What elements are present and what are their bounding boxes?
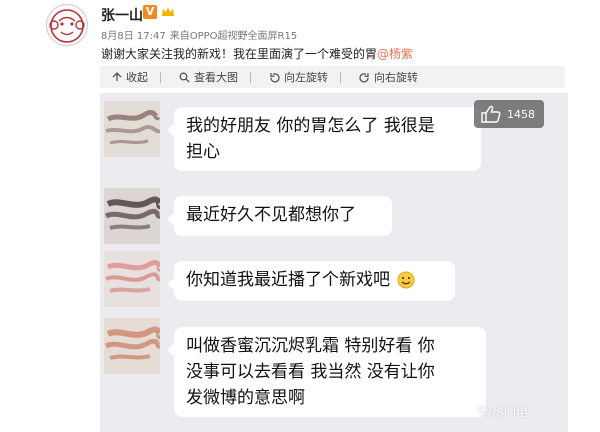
message-text: 你知道我最近播了个新戏吧 — [186, 270, 390, 290]
username[interactable]: 张一山 — [101, 5, 143, 25]
contact-avatar-image — [104, 318, 160, 374]
post-body: 谢谢大家关注我的新戏！我在里面演了一个难受的胃 — [101, 47, 378, 61]
collapse-button[interactable]: 收起 — [112, 69, 148, 85]
contact-avatar-image — [104, 101, 160, 157]
watermark-text: 号/热门电 — [476, 405, 529, 419]
divider — [250, 71, 251, 83]
rotate-left-button[interactable]: 向左旋转 — [269, 69, 328, 85]
message-text: 最近好久不见都想你了 — [186, 205, 356, 225]
message-bubble: 我的好朋友 你的胃怎么了 我很是 担心 — [167, 107, 481, 171]
view-large-label: 查看大图 — [194, 71, 238, 84]
message-bubble: 最近好久不见都想你了 — [167, 196, 392, 236]
post-source[interactable]: OPPO超视野全面屏R15 — [190, 31, 297, 42]
rotate-left-label: 向左旋转 — [284, 71, 328, 84]
contact-avatar-image — [104, 251, 160, 307]
image-action-bar: 收起 查看大图 向左旋转 向右旋转 — [100, 66, 565, 88]
chat-screenshot-image[interactable]: 我的好朋友 你的胃怎么了 我很是 担心 最近好久不见都想你了 你知道我最近播了个… — [100, 93, 568, 432]
post-date: 8月8日 17:47 — [101, 31, 166, 42]
message-text: 我的好朋友 你的胃怎么了 我很是 — [186, 116, 435, 136]
smile-emoji-icon — [397, 271, 415, 289]
message-bubble: 你知道我最近播了个新戏吧 — [167, 261, 455, 301]
arrow-up-icon — [112, 72, 122, 81]
divider — [160, 71, 161, 83]
rotate-left-icon — [270, 72, 280, 83]
like-button[interactable]: 1458 — [474, 100, 544, 128]
monkey-avatar-icon — [49, 9, 85, 43]
view-large-button[interactable]: 查看大图 — [179, 69, 238, 85]
message-text: 发微博的意思啊 — [186, 388, 305, 408]
magnifier-icon — [179, 72, 190, 82]
rotate-right-label: 向右旋转 — [374, 71, 418, 84]
message-text: 叫做香蜜沉沉烬乳霜 特别好看 你 — [186, 336, 435, 356]
message-text: 担心 — [186, 142, 220, 162]
message-text: 没事可以去看看 我当然 没有让你 — [186, 362, 435, 382]
divider — [340, 71, 341, 83]
post-text: 谢谢大家关注我的新戏！我在里面演了一个难受的胃@杨紫 — [101, 45, 413, 62]
mention-link[interactable]: @杨紫 — [377, 47, 413, 61]
verified-badge: V — [143, 5, 157, 19]
contact-avatar-image — [104, 188, 160, 244]
user-avatar[interactable] — [46, 4, 88, 46]
collapse-label: 收起 — [126, 71, 148, 84]
rotate-right-button[interactable]: 向右旋转 — [359, 69, 418, 85]
crown-icon — [162, 7, 174, 16]
message-bubble: 叫做香蜜沉沉烬乳霜 特别好看 你 没事可以去看看 我当然 没有让你 发微博的意思… — [167, 327, 486, 417]
post-meta: 8月8日 17:47 来自OPPO超视野全面屏R15 — [101, 27, 301, 42]
like-count: 1458 — [507, 107, 535, 121]
source-prefix: 来自 — [169, 31, 190, 42]
thumbs-up-icon — [481, 105, 501, 123]
rotate-right-icon — [359, 72, 369, 83]
